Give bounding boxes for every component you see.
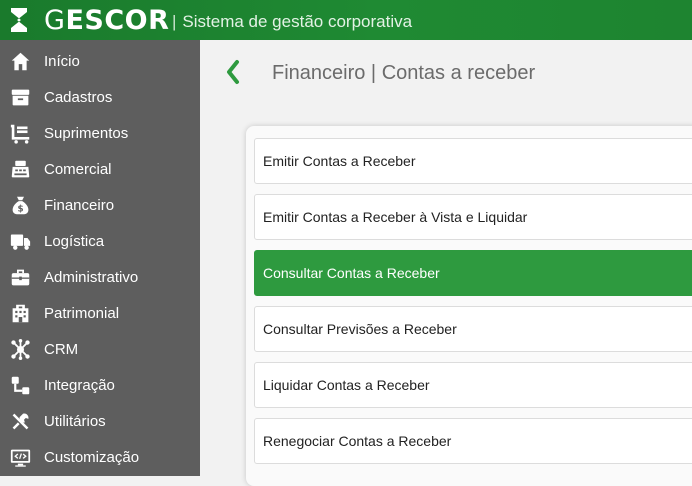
option-consultar-previsoes-a-receber[interactable]: Consultar Previsões a Receber: [254, 306, 692, 352]
tools-icon: [9, 410, 31, 432]
sidebar-item-label: Integração: [44, 376, 115, 394]
header-separator: |: [172, 12, 177, 31]
option-liquidar-contas-a-receber[interactable]: Liquidar Contas a Receber: [254, 362, 692, 408]
building-icon: [9, 302, 31, 324]
app-header: GESCOR | Sistema de gestão corporativa: [0, 0, 692, 40]
sidebar-item-integracao[interactable]: Integração: [0, 367, 200, 403]
gescor-logo-icon: [11, 8, 27, 32]
svg-text:$: $: [17, 204, 23, 214]
sidebar-item-label: Início: [44, 52, 80, 70]
network-icon: [9, 338, 31, 360]
sidebar-item-label: Administrativo: [44, 268, 139, 286]
sidebar-item-customizacao[interactable]: Customização: [0, 439, 200, 475]
sidebar-item-label: CRM: [44, 340, 79, 358]
app-subtitle: | Sistema de gestão corporativa: [172, 12, 413, 31]
sidebar-item-label: Suprimentos: [44, 124, 129, 142]
sidebar-item-financeiro[interactable]: $ Financeiro: [0, 187, 200, 223]
briefcase-icon: [9, 266, 31, 288]
option-emitir-contas-a-receber-a-vista[interactable]: Emitir Contas a Receber à Vista e Liquid…: [254, 194, 692, 240]
option-emitir-contas-a-receber[interactable]: Emitir Contas a Receber: [254, 138, 692, 184]
sidebar-item-patrimonial[interactable]: Patrimonial: [0, 295, 200, 331]
sidebar-item-label: Comercial: [44, 160, 112, 178]
sidebar: Início Cadastros Suprimentos Comercial $…: [0, 40, 200, 476]
sidebar-item-label: Logística: [44, 232, 105, 250]
back-chevron-icon[interactable]: [224, 58, 242, 86]
integration-icon: [9, 374, 31, 396]
sidebar-item-label: Cadastros: [44, 88, 113, 106]
truck-icon: [9, 230, 31, 252]
sidebar-item-administrativo[interactable]: Administrativo: [0, 259, 200, 295]
sidebar-item-label: Customização: [44, 448, 140, 466]
brand-logo[interactable]: GESCOR: [44, 5, 169, 37]
cash-register-icon: [9, 158, 31, 180]
option-consultar-contas-a-receber[interactable]: Consultar Contas a Receber: [254, 250, 692, 296]
archive-icon: [9, 86, 31, 108]
sidebar-item-label: Financeiro: [44, 196, 115, 214]
sidebar-item-label: Utilitários: [44, 412, 106, 430]
page-title: Financeiro | Contas a receber: [272, 62, 536, 84]
sidebar-item-crm[interactable]: CRM: [0, 331, 200, 367]
sidebar-item-cadastros[interactable]: Cadastros: [0, 79, 200, 115]
money-bag-icon: $: [9, 194, 31, 216]
sidebar-item-label: Patrimonial: [44, 304, 120, 322]
sidebar-item-inicio[interactable]: Início: [0, 43, 200, 79]
sidebar-item-comercial[interactable]: Comercial: [0, 151, 200, 187]
option-renegociar-contas-a-receber[interactable]: Renegociar Contas a Receber: [254, 418, 692, 464]
home-icon: [9, 50, 31, 72]
cart-icon: [9, 122, 31, 144]
sidebar-item-utilitarios[interactable]: Utilitários: [0, 403, 200, 439]
sidebar-item-suprimentos[interactable]: Suprimentos: [0, 115, 200, 151]
sidebar-item-logistica[interactable]: Logística: [0, 223, 200, 259]
code-monitor-icon: [9, 446, 31, 468]
